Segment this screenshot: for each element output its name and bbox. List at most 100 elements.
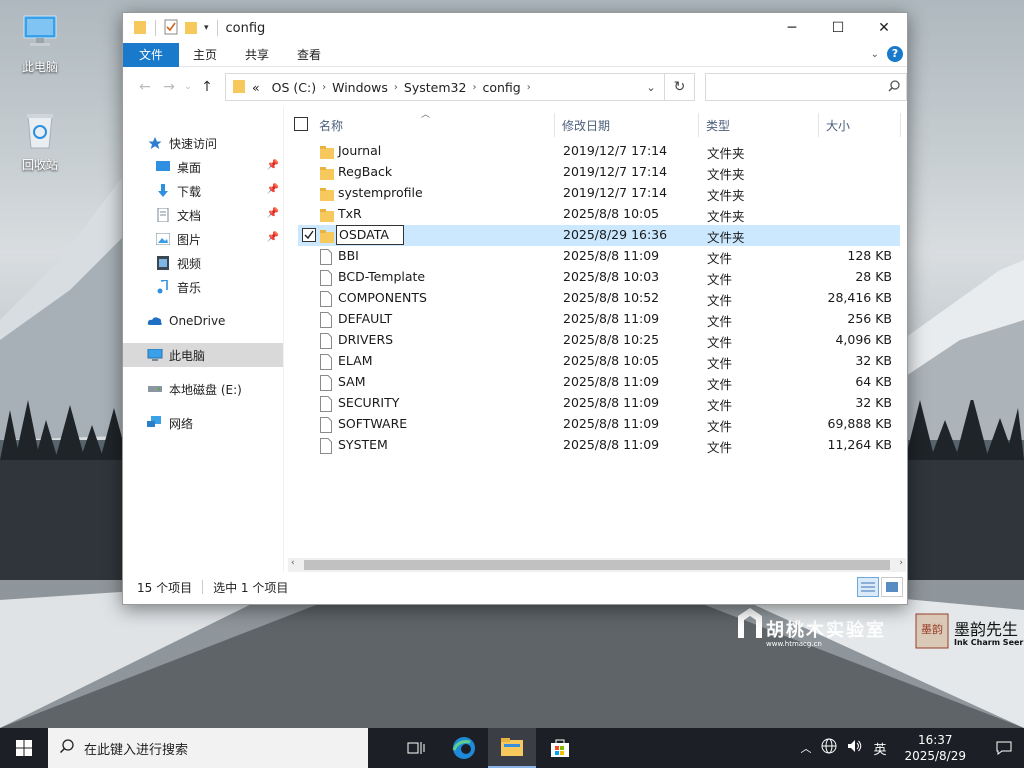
column-divider[interactable] (818, 113, 819, 137)
clock[interactable]: 16:37 2025/8/29 (896, 732, 974, 764)
details-view-button[interactable] (857, 577, 879, 597)
edge-button[interactable] (440, 728, 488, 768)
scroll-right-icon[interactable]: › (899, 558, 903, 568)
new-folder-icon[interactable] (184, 19, 198, 38)
table-row[interactable]: COMPONENTS 2025/8/8 10:52 文件 28,416 KB (298, 288, 900, 309)
file-explorer-button[interactable] (488, 728, 536, 768)
minimize-button[interactable]: ─ (769, 13, 815, 43)
chevron-up-icon[interactable]: ︿ (800, 740, 811, 756)
maximize-button[interactable]: ☐ (815, 13, 861, 43)
nav-downloads[interactable]: 下载 📌 (123, 179, 283, 203)
properties-icon[interactable] (164, 19, 178, 38)
nav-label: 此电脑 (169, 348, 206, 363)
taskbar-search[interactable]: 在此键入进行搜索 (48, 728, 368, 768)
breadcrumb-os-c[interactable]: OS (C:) (272, 80, 316, 95)
action-center-button[interactable] (984, 728, 1024, 768)
table-row[interactable]: SYSTEM 2025/8/8 11:09 文件 11,264 KB (298, 435, 900, 456)
table-row[interactable]: RegBack 2019/12/7 17:14 文件夹 (298, 162, 900, 183)
table-row[interactable]: OSDATA 2025/8/29 16:36 文件夹 (298, 225, 900, 246)
address-dropdown-icon[interactable]: ⌄ (638, 81, 664, 94)
file-name: SECURITY (338, 395, 400, 410)
back-icon[interactable]: ← (133, 79, 157, 95)
file-size: 11,264 KB (827, 437, 892, 452)
pane-splitter[interactable] (283, 107, 284, 572)
search-input[interactable] (705, 73, 907, 101)
nav-music[interactable]: 音乐 (123, 275, 283, 299)
chevron-right-icon[interactable]: › (527, 82, 531, 93)
table-row[interactable]: DRIVERS 2025/8/8 10:25 文件 4,096 KB (298, 330, 900, 351)
nav-desktop[interactable]: 桌面 📌 (123, 155, 283, 179)
breadcrumb-system32[interactable]: System32 (404, 80, 467, 95)
column-divider[interactable] (554, 113, 555, 137)
chevron-right-icon[interactable]: › (394, 82, 398, 93)
nav-pictures[interactable]: 图片 📌 (123, 227, 283, 251)
nav-quick-access[interactable]: 快速访问 (123, 131, 283, 155)
tab-view[interactable]: 查看 (283, 43, 335, 67)
nav-this-pc[interactable]: 此电脑 (123, 343, 283, 367)
table-row[interactable]: SOFTWARE 2025/8/8 11:09 文件 69,888 KB (298, 414, 900, 435)
pin-icon[interactable]: 📌 (267, 160, 279, 171)
nav-videos[interactable]: 视频 (123, 251, 283, 275)
column-header-name[interactable]: 名称 (319, 117, 343, 134)
network-icon[interactable] (821, 738, 837, 758)
desktop-icon-recycle-bin[interactable]: 回收站 (5, 108, 75, 173)
close-button[interactable]: ✕ (861, 13, 907, 43)
nav-local-disk-e[interactable]: 本地磁盘 (E:) (123, 377, 283, 401)
refresh-button[interactable]: ↻ (665, 73, 695, 101)
table-row[interactable]: ELAM 2025/8/8 10:05 文件 32 KB (298, 351, 900, 372)
file-size: 32 KB (855, 395, 892, 410)
table-row[interactable]: SECURITY 2025/8/8 11:09 文件 32 KB (298, 393, 900, 414)
nav-onedrive[interactable]: OneDrive (123, 309, 283, 333)
rename-input[interactable]: OSDATA (336, 225, 404, 245)
expand-ribbon-icon[interactable]: ⌄ (871, 49, 879, 60)
table-row[interactable]: TxR 2025/8/8 10:05 文件夹 (298, 204, 900, 225)
tab-share[interactable]: 共享 (231, 43, 283, 67)
nav-documents[interactable]: 文档 📌 (123, 203, 283, 227)
select-all-checkbox[interactable] (294, 117, 308, 134)
address-row: ← → ⌄ ↑ « OS (C:) › Windows › System32 ›… (123, 67, 907, 107)
table-row[interactable]: DEFAULT 2025/8/8 11:09 文件 256 KB (298, 309, 900, 330)
pin-icon[interactable]: 📌 (267, 208, 279, 219)
large-icons-view-button[interactable] (881, 577, 903, 597)
breadcrumb-config[interactable]: config (482, 80, 520, 95)
column-divider[interactable] (698, 113, 699, 137)
start-button[interactable] (0, 728, 48, 768)
up-icon[interactable]: ↑ (195, 79, 219, 95)
volume-icon[interactable] (847, 738, 863, 758)
pin-icon[interactable]: 📌 (267, 232, 279, 243)
chevron-down-icon[interactable]: ▾ (204, 23, 209, 33)
column-header-size[interactable]: 大小 (826, 117, 850, 134)
column-header-date[interactable]: 修改日期 (562, 117, 610, 134)
breadcrumb-overflow[interactable]: « (252, 80, 260, 95)
input-method-indicator[interactable]: 英 (873, 739, 886, 758)
tab-file[interactable]: 文件 (123, 42, 179, 67)
chevron-right-icon[interactable]: › (472, 82, 476, 93)
tab-home[interactable]: 主页 (179, 43, 231, 67)
dropdown-recent-icon[interactable]: ⌄ (181, 82, 195, 92)
address-bar[interactable]: « OS (C:) › Windows › System32 › config … (225, 73, 665, 101)
store-button[interactable] (536, 728, 584, 768)
task-view-button[interactable] (392, 728, 440, 768)
table-row[interactable]: SAM 2025/8/8 11:09 文件 64 KB (298, 372, 900, 393)
video-icon (155, 255, 171, 271)
nav-network[interactable]: 网络 (123, 411, 283, 435)
column-divider[interactable] (900, 113, 901, 137)
table-row[interactable]: Journal 2019/12/7 17:14 文件夹 (298, 141, 900, 162)
scrollbar-thumb[interactable] (304, 560, 890, 570)
help-icon[interactable]: ? (887, 46, 903, 62)
pin-icon[interactable]: 📌 (267, 184, 279, 195)
scroll-left-icon[interactable]: ‹ (291, 558, 295, 568)
folder-icon (133, 19, 147, 38)
row-checkbox[interactable] (302, 228, 316, 242)
chevron-right-icon[interactable]: › (322, 82, 326, 93)
column-header-type[interactable]: 类型 (706, 117, 730, 134)
forward-icon[interactable]: → (157, 79, 181, 95)
table-row[interactable]: systemprofile 2019/12/7 17:14 文件夹 (298, 183, 900, 204)
file-name: SYSTEM (338, 437, 388, 452)
download-icon (155, 183, 171, 199)
table-row[interactable]: BCD-Template 2025/8/8 10:03 文件 28 KB (298, 267, 900, 288)
table-row[interactable]: BBI 2025/8/8 11:09 文件 128 KB (298, 246, 900, 267)
desktop-icon-this-pc[interactable]: 此电脑 (5, 10, 75, 75)
file-type: 文件夹 (707, 167, 745, 182)
breadcrumb-windows[interactable]: Windows (332, 80, 388, 95)
